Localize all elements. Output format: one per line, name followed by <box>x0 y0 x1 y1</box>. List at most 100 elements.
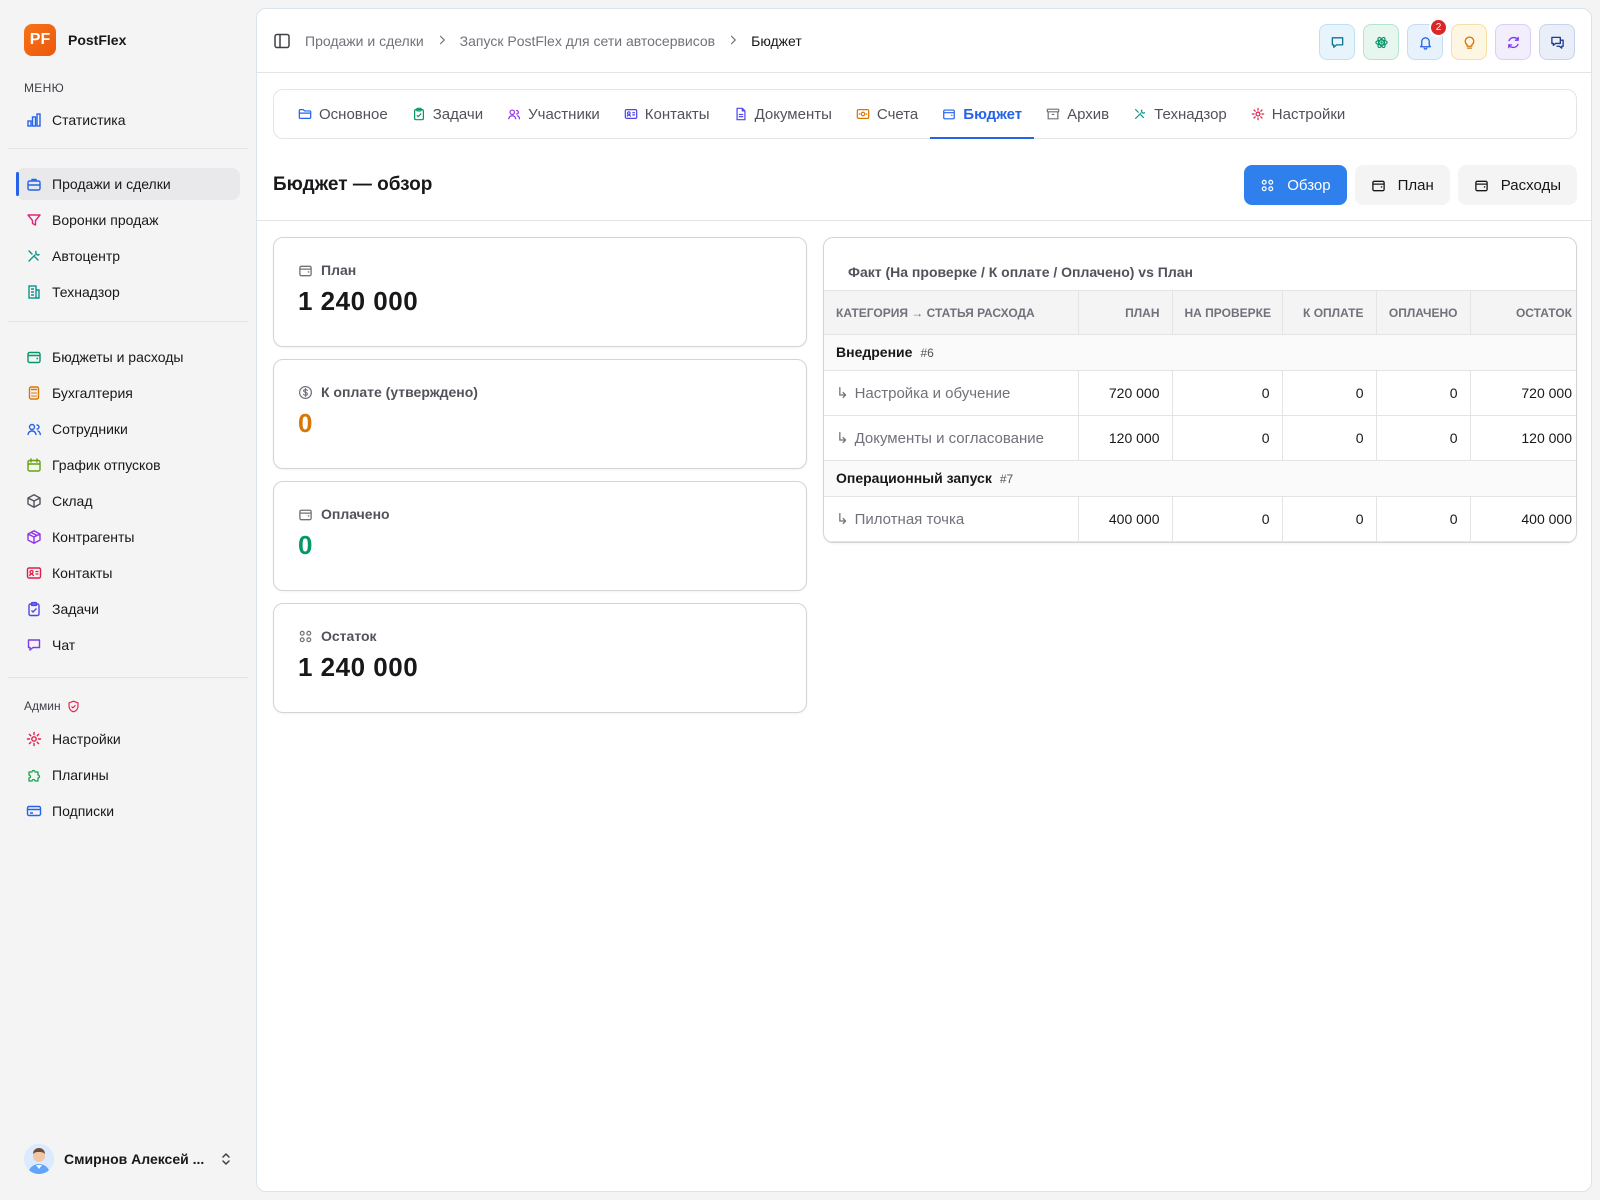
column-header[interactable]: К ОПЛАТЕ <box>1281 290 1376 335</box>
rest-cell: 120 000 <box>1469 415 1576 461</box>
to-pay-cell: 0 <box>1281 496 1376 542</box>
tab-1[interactable]: Задачи <box>400 90 495 138</box>
breadcrumb-item[interactable]: Запуск PostFlex для сети автосервисов <box>460 33 715 49</box>
sidebar-divider <box>8 677 248 678</box>
wallet-icon <box>943 109 956 120</box>
tab-label: Счета <box>876 105 919 123</box>
sidebar-item-gear[interactable]: Настройки <box>16 723 240 755</box>
sidebar-item-calendar[interactable]: График отпусков <box>16 449 240 481</box>
tab-4[interactable]: Документы <box>722 90 844 138</box>
plan-cell: 720 000 <box>1077 370 1172 416</box>
paid-cell: 0 <box>1375 370 1470 416</box>
to-pay-cell: 0 <box>1281 415 1376 461</box>
column-header[interactable]: ОСТАТОК <box>1469 290 1576 335</box>
header-divider <box>257 220 1591 221</box>
sidebar-item-funnel[interactable]: Воронки продаж <box>16 204 240 236</box>
table-title: Факт (На проверке / К оплате / Оплачено)… <box>848 264 1193 280</box>
wrench-icon <box>1135 109 1146 119</box>
tab-5[interactable]: Счета <box>844 90 930 138</box>
tab-9[interactable]: Настройки <box>1239 90 1358 138</box>
column-header[interactable]: ОПЛАЧЕНО <box>1375 290 1470 335</box>
summary-card: Оплачено 0 <box>273 481 807 591</box>
wallet-icon <box>1474 180 1488 191</box>
refresh-button[interactable] <box>1495 24 1531 60</box>
group-row: Операционный запуск #7 <box>824 460 1576 497</box>
tab-label: Документы <box>754 105 832 123</box>
sidebar-item-building[interactable]: Технадзор <box>16 276 240 308</box>
tab-0[interactable]: Основное <box>286 90 400 138</box>
to-pay-cell: 0 <box>1281 370 1376 416</box>
column-header[interactable]: КАТЕГОРИЯ → СТАТЬЯ РАСХОДА <box>824 290 1078 335</box>
column-header[interactable]: НА ПРОВЕРКЕ <box>1171 290 1282 335</box>
sidebar-item-box[interactable]: Склад <box>16 485 240 517</box>
review-cell: 0 <box>1171 415 1282 461</box>
clipboard-icon <box>28 601 40 617</box>
nav-group-sales: Продажи и сделки Воронки продаж Автоцент… <box>16 168 240 312</box>
tab-label: Технадзор <box>1154 105 1227 123</box>
sidebar-item-wallet[interactable]: Бюджеты и расходы <box>16 341 240 373</box>
sidebar-item-package[interactable]: Контрагенты <box>16 521 240 553</box>
sidebar-item-briefcase[interactable]: Продажи и сделки <box>16 168 240 200</box>
group-row: Внедрение #6 <box>824 334 1576 371</box>
sidebar-toggle-icon[interactable] <box>273 32 291 50</box>
sidebar-item-label: Контакты <box>52 565 113 581</box>
bell-button[interactable]: 2 <box>1407 18 1448 60</box>
view-2-button[interactable]: Расходы <box>1457 165 1577 205</box>
tab-6[interactable]: Бюджет <box>930 90 1034 139</box>
view-1-button[interactable]: План <box>1354 165 1450 205</box>
view-0-button[interactable]: Обзор <box>1244 165 1347 205</box>
folder-icon <box>298 109 312 119</box>
users-icon <box>27 423 41 436</box>
view-switch: Обзор План Расходы <box>1244 165 1577 205</box>
sidebar-item-calculator[interactable]: Бухгалтерия <box>16 377 240 409</box>
sidebar-divider <box>8 148 248 149</box>
tab-3[interactable]: Контакты <box>612 90 722 138</box>
user-menu[interactable]: Смирнов Алексей ... <box>24 1144 234 1174</box>
file-icon <box>736 107 746 121</box>
tab-label: Контакты <box>644 105 710 123</box>
messages-button[interactable] <box>1539 24 1575 60</box>
tab-label: Задачи <box>432 105 484 123</box>
grid-icon <box>1262 179 1274 191</box>
budget-table: КАТЕГОРИЯ → СТАТЬЯ РАСХОДА ПЛАН НА ПРОВЕРК… <box>824 290 1576 542</box>
users-icon <box>508 109 521 120</box>
tab-2[interactable]: Участники <box>495 90 612 138</box>
table-row[interactable]: ↳ Пилотная точка 400 000 0 0 0 400 000 <box>824 496 1576 542</box>
sidebar-item-credit-card[interactable]: Подписки <box>16 795 240 827</box>
refresh-icon <box>1507 36 1519 48</box>
brand[interactable]: PF PostFlex <box>24 24 126 56</box>
tab-7[interactable]: Архив <box>1034 90 1121 138</box>
paid-cell: 0 <box>1375 415 1470 461</box>
card-value: 0 <box>298 408 313 438</box>
grid-icon <box>299 630 312 642</box>
breadcrumb-item[interactable]: Продажи и сделки <box>305 33 424 49</box>
card-value: 0 <box>298 530 313 560</box>
sidebar-item-wrench[interactable]: Автоцентр <box>16 240 240 272</box>
brand-name: PostFlex <box>68 32 127 48</box>
tab-8[interactable]: Технадзор <box>1121 90 1239 138</box>
chat-button[interactable] <box>1319 24 1355 60</box>
sidebar-item-label: Чат <box>52 637 76 653</box>
nav-group-stats: Статистика <box>16 104 240 140</box>
sidebar-item-clipboard[interactable]: Задачи <box>16 593 240 625</box>
sidebar-divider <box>8 321 248 322</box>
group-name: Операционный запуск <box>836 470 992 486</box>
atom-button[interactable] <box>1363 24 1399 60</box>
lightbulb-button[interactable] <box>1451 24 1487 60</box>
credit-card-icon <box>26 805 42 817</box>
sidebar-item-chat[interactable]: Чат <box>16 629 240 661</box>
sidebar-item-puzzle[interactable]: Плагины <box>16 759 240 791</box>
table-row[interactable]: ↳ Документы и согласование 120 000 0 0 0 … <box>824 415 1576 461</box>
topbar: Продажи и сделки Запуск PostFlex для сети… <box>257 9 1591 73</box>
briefcase-icon <box>27 178 41 191</box>
group-name: Внедрение <box>836 344 913 360</box>
sidebar-item-bar-chart[interactable]: Статистика <box>16 104 240 136</box>
chevron-right-icon <box>727 33 739 49</box>
sidebar-item-contact-card[interactable]: Контакты <box>16 557 240 589</box>
column-header[interactable]: ПЛАН <box>1077 290 1172 335</box>
contact-card-icon <box>624 109 638 119</box>
table-row[interactable]: ↳ Настройка и обучение 720 000 0 0 0 720 … <box>824 370 1576 416</box>
sidebar-item-users[interactable]: Сотрудники <box>16 413 240 445</box>
review-cell: 0 <box>1171 370 1282 416</box>
funnel-icon <box>27 214 41 226</box>
